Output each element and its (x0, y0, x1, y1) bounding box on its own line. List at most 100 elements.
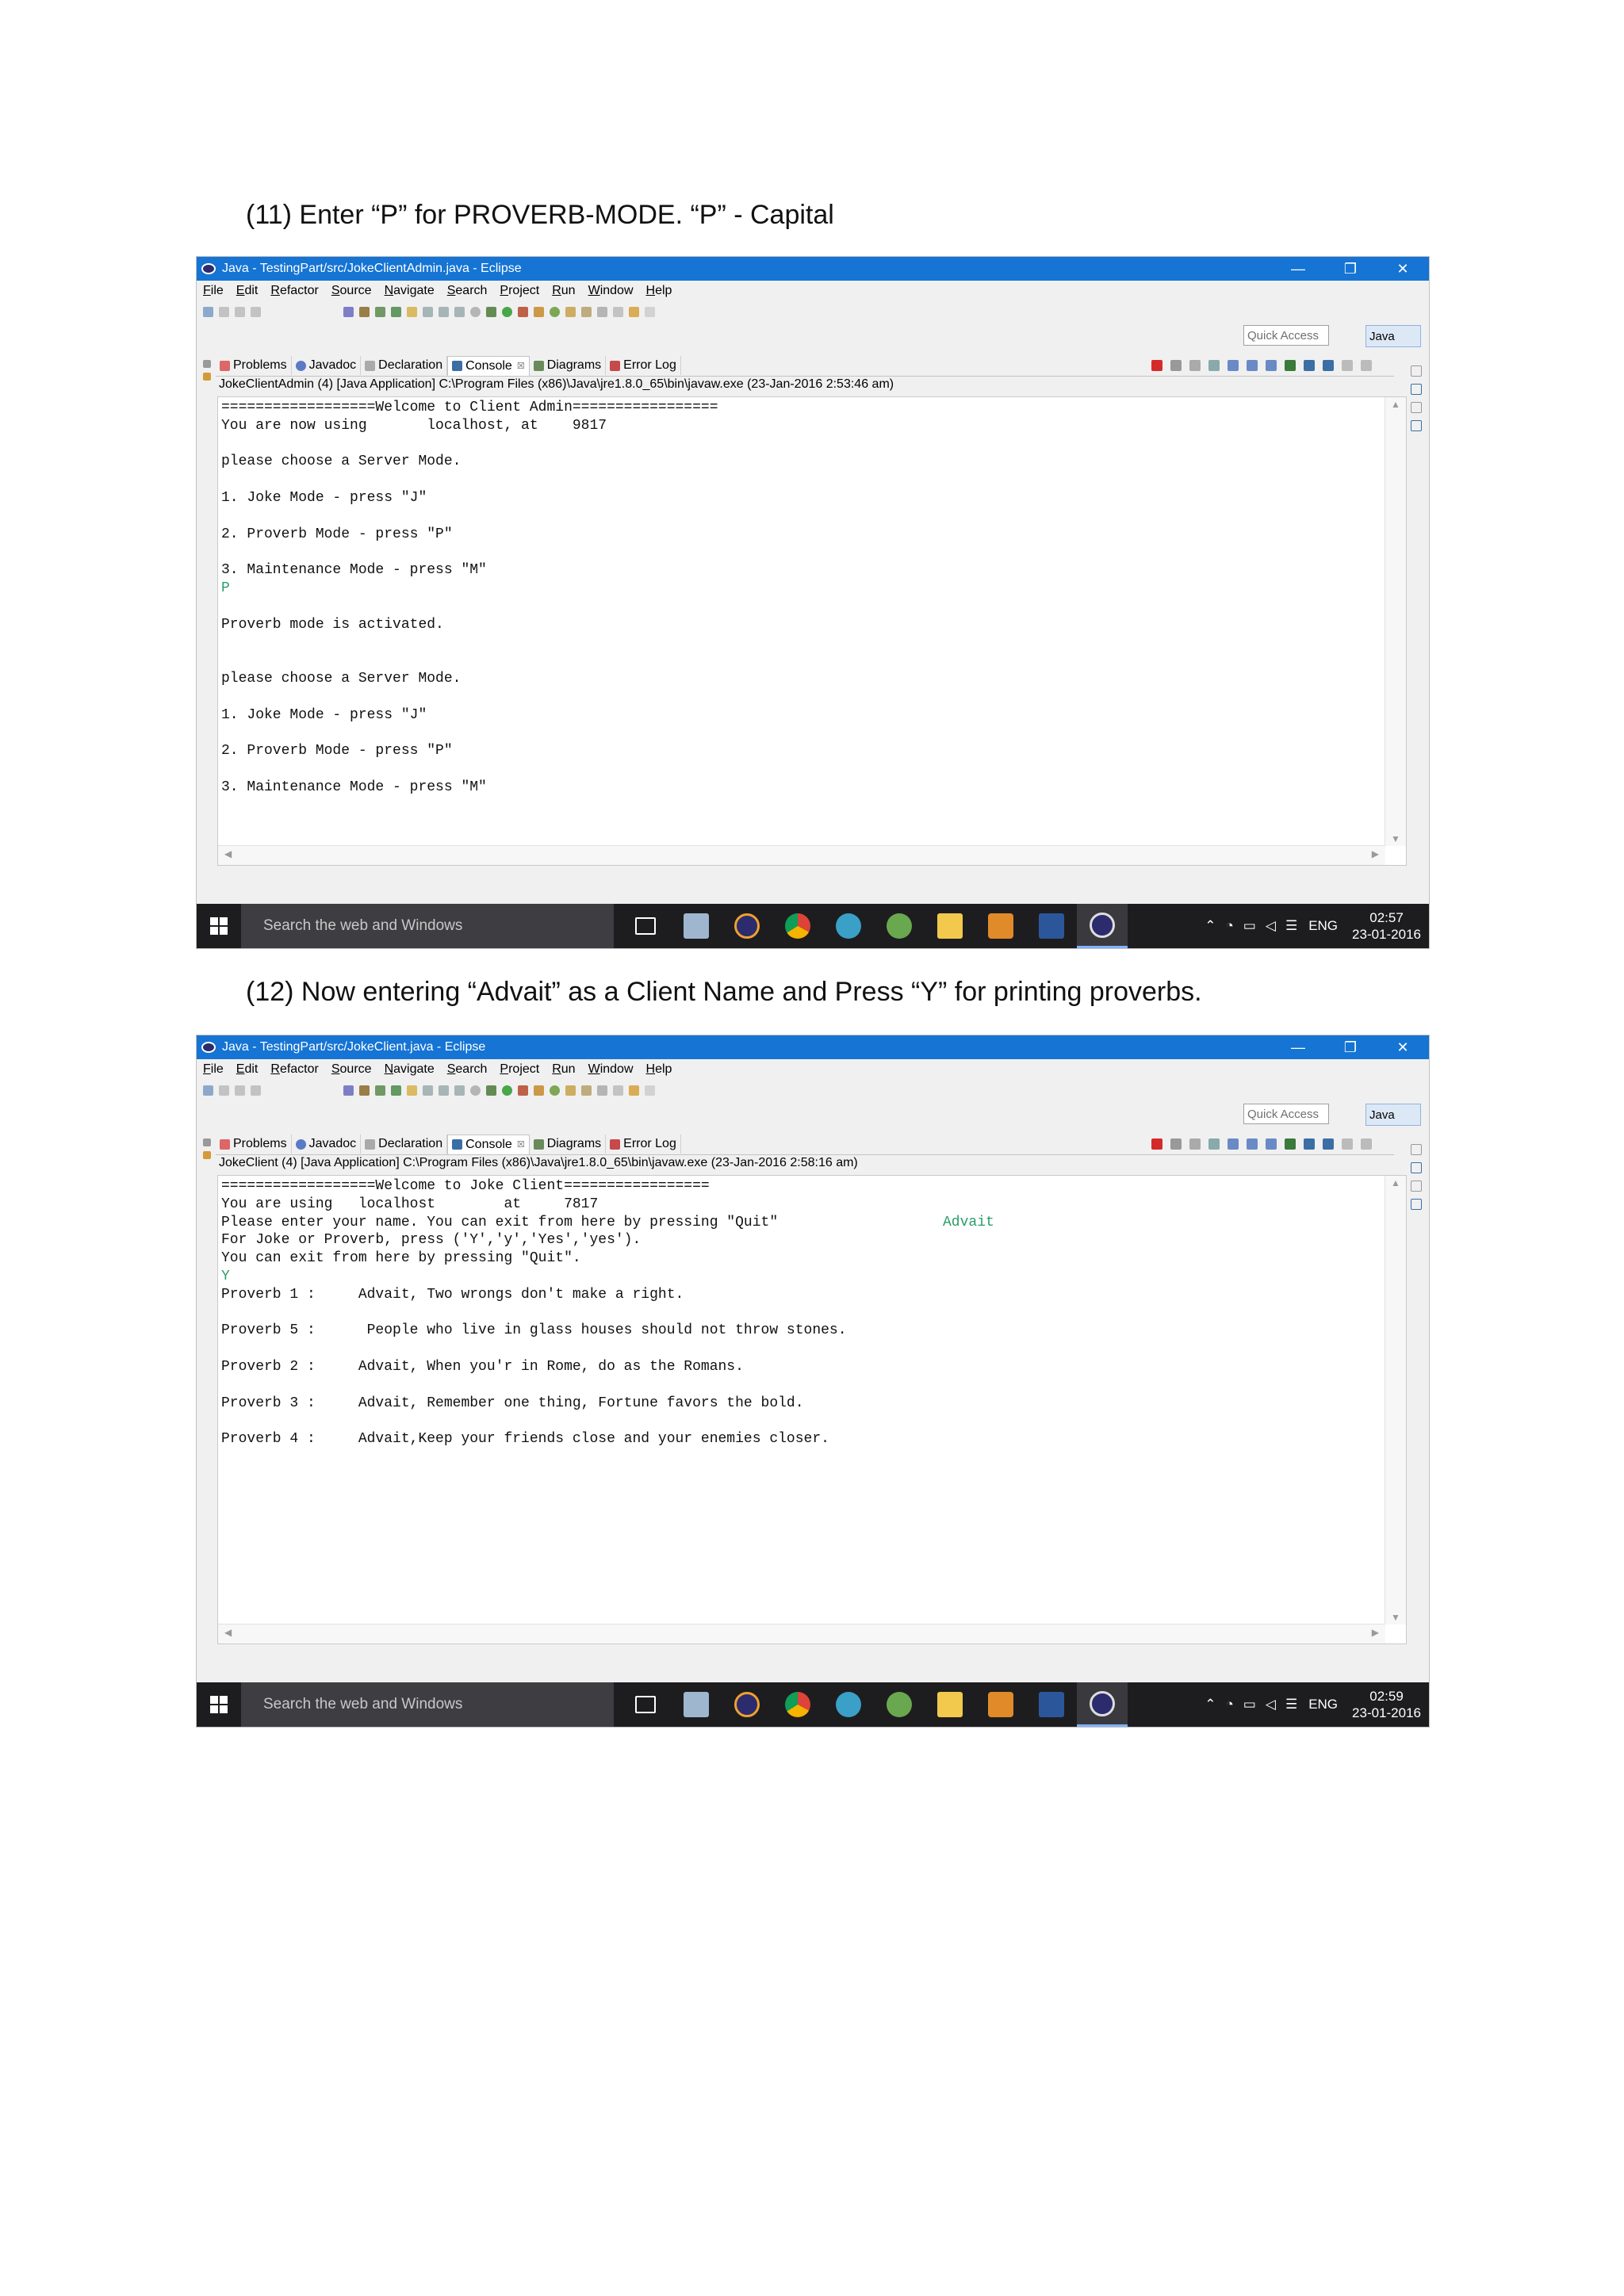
refactor-icon[interactable] (454, 1085, 465, 1096)
console-output[interactable]: ==================Welcome to Client Admi… (217, 396, 1407, 866)
tab-declaration[interactable]: Declaration (361, 356, 448, 375)
pin-console-icon[interactable] (1285, 360, 1296, 371)
word-wrap-icon[interactable] (1247, 360, 1258, 371)
minimize-view-icon[interactable] (1342, 360, 1353, 371)
show-console-icon[interactable] (1266, 1138, 1277, 1150)
wifi-icon[interactable]: ◔ (1226, 918, 1234, 934)
debug-icon[interactable] (486, 1085, 496, 1096)
server-icon[interactable] (375, 1085, 385, 1096)
server-icon[interactable] (375, 306, 385, 317)
wifi-icon[interactable]: ◔ (1226, 1697, 1234, 1712)
word-app-button[interactable] (1026, 1682, 1077, 1727)
checkbox-icon[interactable] (391, 306, 401, 317)
open-type-icon[interactable] (565, 1085, 576, 1096)
terminate-icon[interactable] (1151, 1138, 1162, 1150)
menu-edit[interactable]: Edit (236, 284, 259, 298)
quick-access-input[interactable]: Quick Access (1243, 325, 1329, 346)
package-icon[interactable] (407, 306, 417, 317)
menu-edit[interactable]: Edit (236, 1062, 259, 1077)
battery-icon[interactable]: ▭ (1243, 1697, 1256, 1712)
sublime-app-button[interactable] (975, 904, 1026, 948)
package-explorer-icon[interactable] (203, 1151, 211, 1159)
language-indicator[interactable]: ENG (1308, 918, 1338, 934)
tab-javadoc[interactable]: Javadoc (292, 1135, 362, 1154)
restore-view-icon[interactable] (203, 360, 211, 368)
clock[interactable]: 02:57 23-01-2016 (1352, 909, 1421, 943)
display-console-icon[interactable] (1304, 360, 1315, 371)
java-perspective-button[interactable]: Java (1365, 325, 1421, 347)
android-studio-button[interactable] (874, 1682, 925, 1727)
forward-icon[interactable] (645, 306, 655, 317)
minimize-view-icon[interactable] (1411, 1181, 1422, 1192)
clock[interactable]: 02:59 23-01-2016 (1352, 1688, 1421, 1721)
network-app-button[interactable] (823, 1682, 874, 1727)
tab-console[interactable]: Console ☒ (447, 355, 530, 376)
vertical-scrollbar[interactable]: ▲ ▼ (1385, 1176, 1406, 1624)
forward-icon[interactable] (645, 1085, 655, 1096)
quick-access-input[interactable]: Quick Access (1243, 1104, 1329, 1124)
run-icon[interactable] (502, 306, 512, 317)
menu-refactor[interactable]: Refactor (270, 1062, 318, 1077)
back-icon[interactable] (629, 306, 639, 317)
minimize-button[interactable]: — (1272, 1035, 1324, 1059)
notifications-icon[interactable]: ☰ (1285, 918, 1297, 934)
open-type-icon[interactable] (565, 306, 576, 317)
menu-search[interactable]: Search (447, 1062, 488, 1077)
minimize-view-icon[interactable] (1342, 1138, 1353, 1150)
task-list-icon[interactable] (1411, 420, 1422, 431)
file-explorer-button[interactable] (925, 1682, 975, 1727)
horizontal-scrollbar[interactable]: ◀ ▶ (218, 845, 1385, 865)
android-icon[interactable] (550, 306, 560, 317)
minimize-button[interactable]: — (1272, 257, 1324, 281)
menu-project[interactable]: Project (500, 1062, 539, 1077)
refactor-icon[interactable] (454, 306, 465, 317)
start-button[interactable] (197, 904, 241, 948)
restore-button[interactable]: ❐ (1324, 257, 1377, 281)
tab-error-log[interactable]: Error Log (606, 1135, 681, 1154)
chrome-app-button[interactable] (772, 1682, 823, 1727)
skip-breakpoints-icon[interactable] (343, 306, 354, 317)
java-perspective-button[interactable]: Java (1365, 1104, 1421, 1126)
eclipse-active-button[interactable] (1077, 904, 1128, 948)
menu-window[interactable]: Window (588, 1062, 634, 1077)
outline-icon[interactable] (1411, 384, 1422, 395)
maximize-view-icon[interactable] (1361, 1138, 1372, 1150)
tab-error-log[interactable]: Error Log (606, 356, 681, 375)
type-icon[interactable] (439, 1085, 449, 1096)
clear-console-icon[interactable] (1208, 360, 1220, 371)
terminate-icon[interactable] (1151, 360, 1162, 371)
remove-launch-icon[interactable] (1170, 360, 1182, 371)
grid-icon[interactable] (534, 306, 544, 317)
close-icon[interactable]: ☒ (517, 1139, 525, 1150)
horizontal-scrollbar[interactable]: ◀ ▶ (218, 1624, 1385, 1644)
tab-problems[interactable]: Problems (216, 356, 292, 375)
external-tools-icon[interactable] (518, 1085, 528, 1096)
skip-breakpoints-icon[interactable] (343, 1085, 354, 1096)
run-icon[interactable] (502, 1085, 512, 1096)
vertical-scrollbar[interactable]: ▲ ▼ (1385, 397, 1406, 846)
back-icon[interactable] (629, 1085, 639, 1096)
menu-source[interactable]: Source (331, 1062, 372, 1077)
volume-icon[interactable]: ◁ (1266, 1697, 1276, 1712)
scroll-up-icon[interactable]: ▲ (1391, 1177, 1400, 1188)
package-explorer-icon[interactable] (203, 373, 211, 381)
clear-console-icon[interactable] (1208, 1138, 1220, 1150)
remove-all-icon[interactable] (1189, 1138, 1201, 1150)
show-console-icon[interactable] (1266, 360, 1277, 371)
next-annotation-icon[interactable] (613, 1085, 623, 1096)
scroll-lock-icon[interactable] (1228, 1138, 1239, 1150)
minimize-view-icon[interactable] (1411, 402, 1422, 413)
display-console-icon[interactable] (1304, 1138, 1315, 1150)
chevron-up-icon[interactable]: ⌃ (1205, 1697, 1216, 1712)
menu-run[interactable]: Run (552, 284, 575, 298)
print-icon[interactable] (251, 306, 261, 317)
dot-icon[interactable] (470, 306, 481, 317)
tree-icon[interactable] (423, 306, 433, 317)
save-icon[interactable] (219, 306, 229, 317)
menu-window[interactable]: Window (588, 284, 634, 298)
close-button[interactable]: ✕ (1377, 257, 1429, 281)
start-button[interactable] (197, 1682, 241, 1727)
android-icon[interactable] (550, 1085, 560, 1096)
scroll-right-icon[interactable]: ▶ (1372, 1627, 1379, 1638)
tab-console[interactable]: Console ☒ (447, 1134, 530, 1154)
